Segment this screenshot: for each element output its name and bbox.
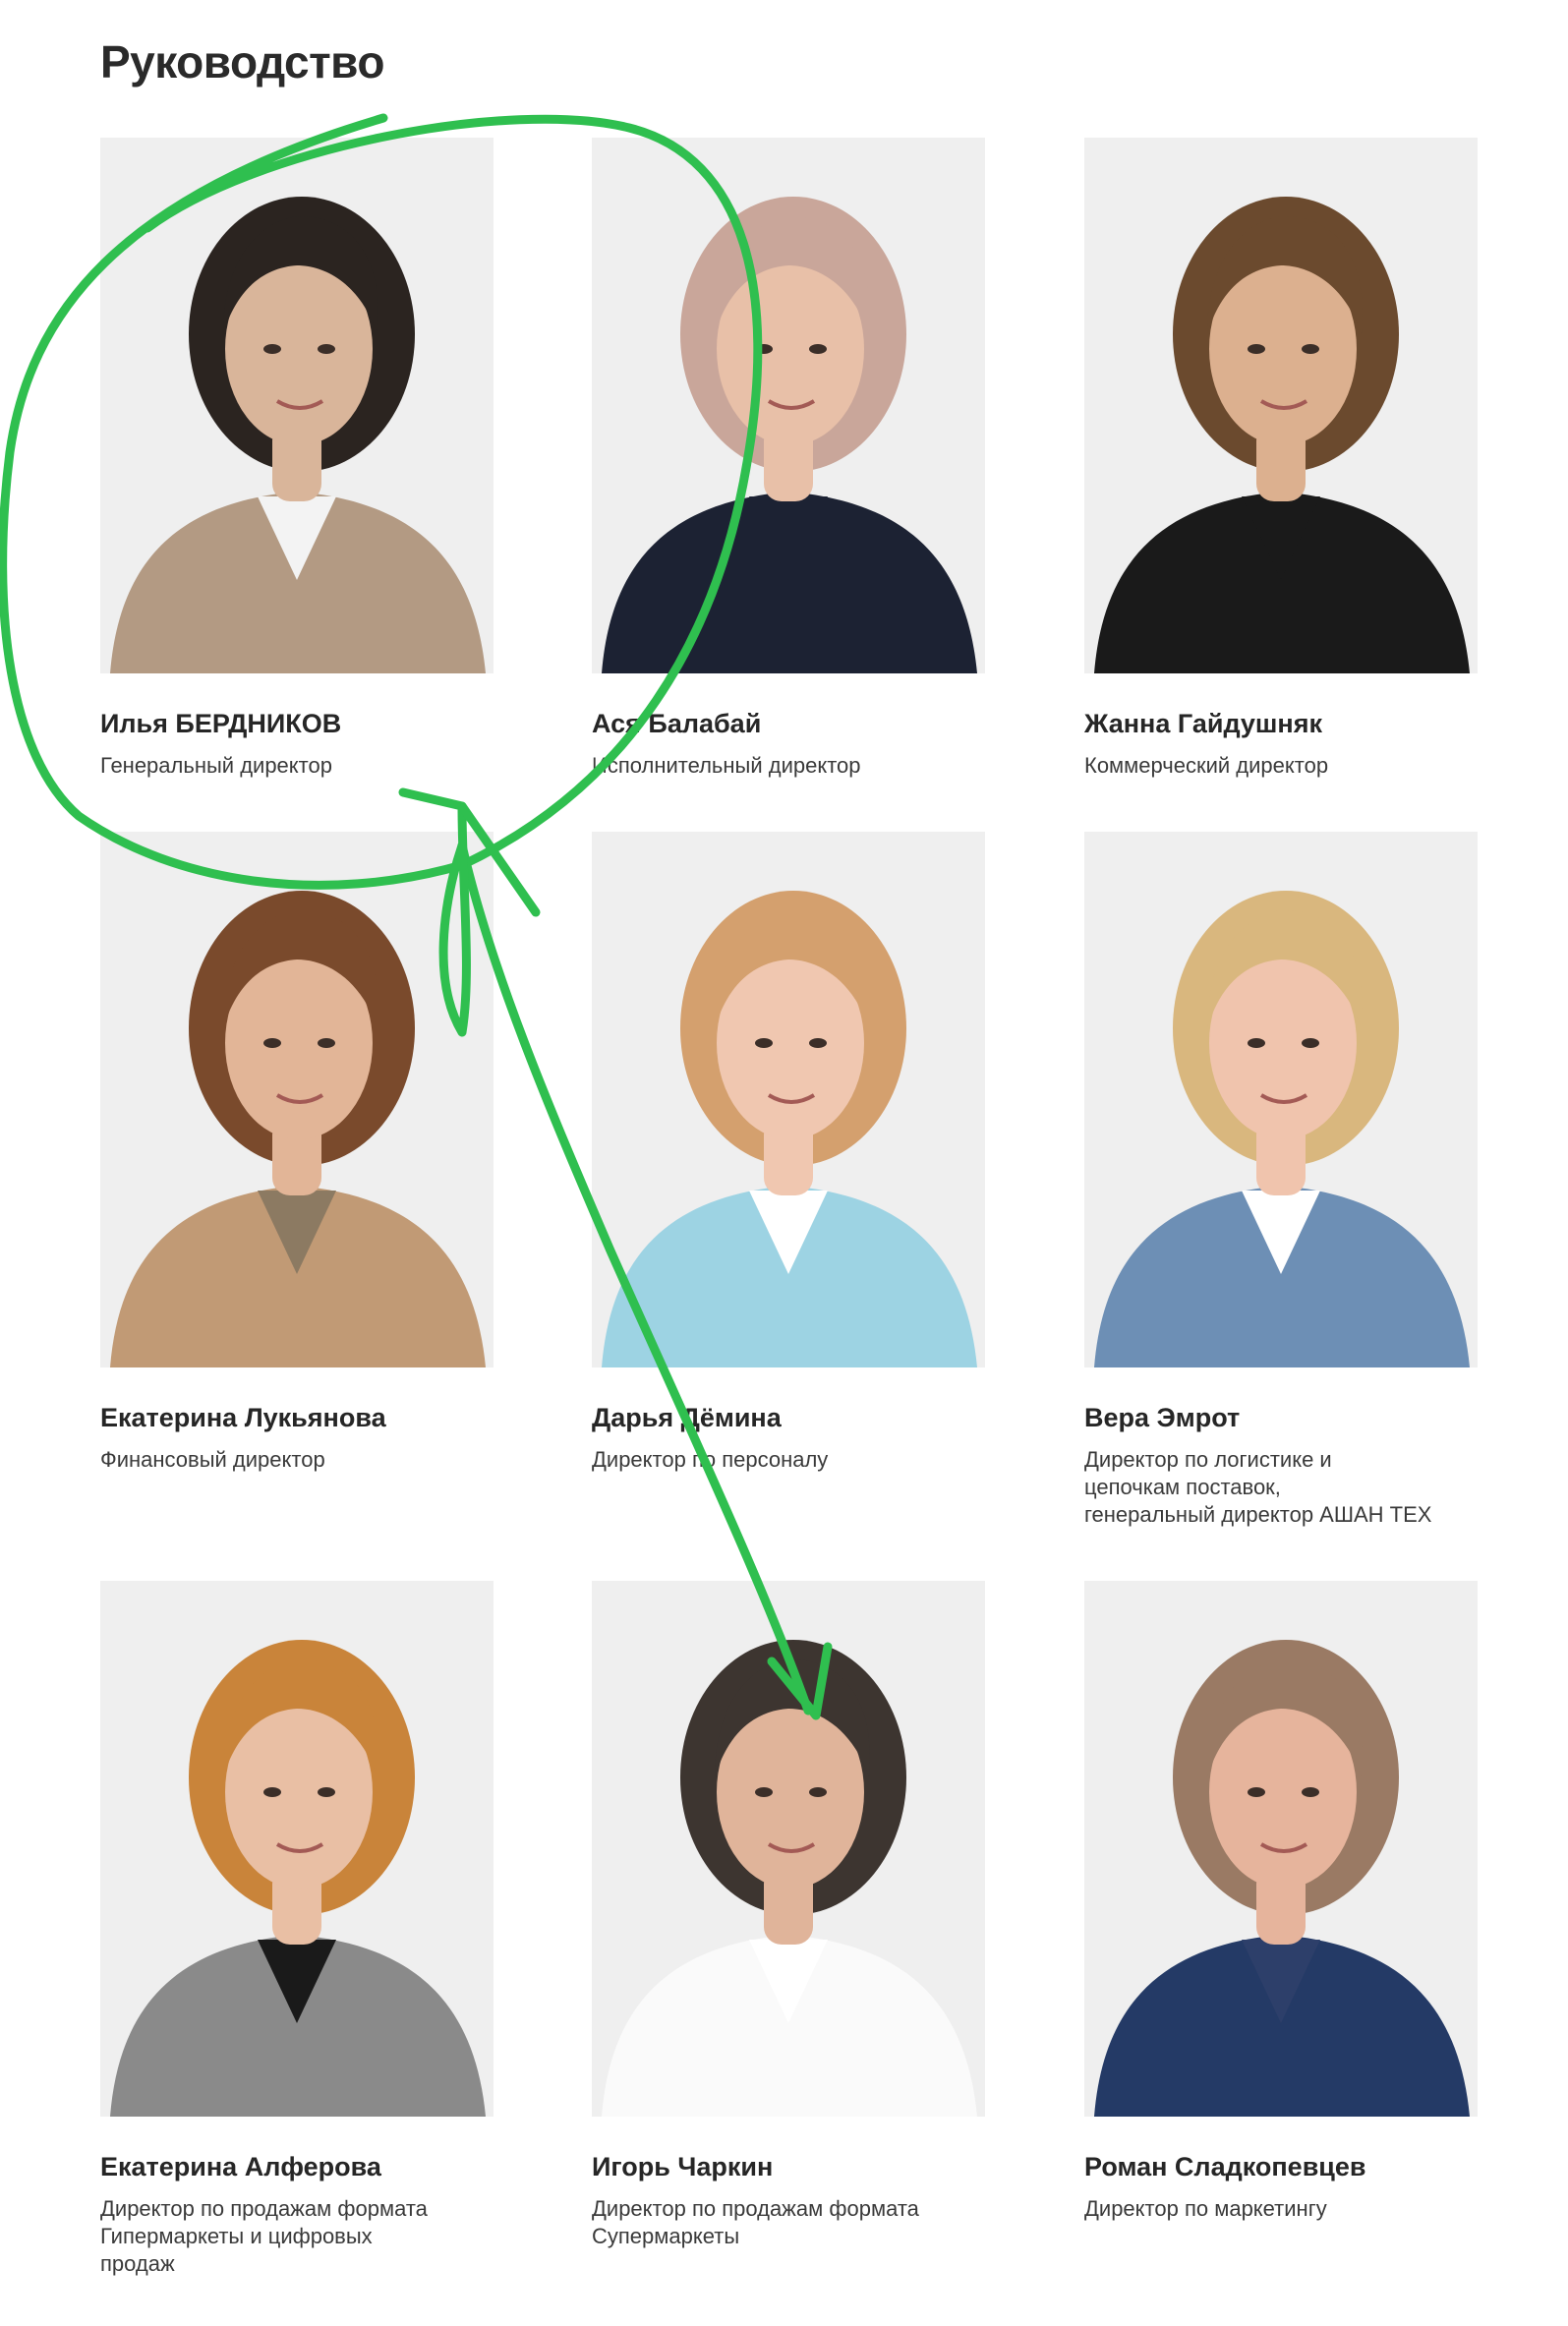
right-eye bbox=[318, 344, 335, 354]
person-card[interactable]: Игорь Чаркин Директор по продажам формат… bbox=[592, 1581, 985, 2250]
right-eye bbox=[1302, 344, 1319, 354]
person-role: Генеральный директор bbox=[100, 753, 332, 778]
person-card[interactable]: Ася Балабай Исполнительный директор bbox=[592, 138, 985, 780]
person-name[interactable]: Ася Балабай bbox=[592, 707, 985, 740]
right-eye bbox=[809, 1038, 827, 1048]
portrait-woman-blonde-denim-jacket[interactable] bbox=[1084, 832, 1478, 1367]
person-card[interactable]: Роман Сладкопевцев Директор по маркетинг… bbox=[1084, 1581, 1478, 2223]
page-title: Руководство bbox=[100, 36, 384, 87]
portrait-woman-blonde-light-blue-blazer[interactable] bbox=[592, 832, 985, 1367]
portrait-man-beige-suit[interactable] bbox=[100, 138, 494, 673]
person-role: Директор по продажам формата Гипермаркет… bbox=[100, 2196, 428, 2276]
person-role: Финансовый директор bbox=[100, 1447, 325, 1472]
left-eye bbox=[263, 1038, 281, 1048]
right-eye bbox=[1302, 1038, 1319, 1048]
person-card[interactable]: Дарья Дёмина Директор по персоналу bbox=[592, 832, 985, 1474]
left-eye bbox=[1248, 344, 1265, 354]
right-eye bbox=[809, 1787, 827, 1797]
portrait-woman-auburn-tan-blazer[interactable] bbox=[100, 832, 494, 1367]
person-name[interactable]: Жанна Гайдушняк bbox=[1084, 707, 1478, 740]
portrait-man-glasses-blue-jacket[interactable] bbox=[1084, 1581, 1478, 2117]
person-name[interactable]: Вера Эмрот bbox=[1084, 1401, 1478, 1434]
left-eye bbox=[1248, 1787, 1265, 1797]
person-role: Коммерческий директор bbox=[1084, 753, 1329, 778]
portrait-woman-curly-ginger-grey-blazer[interactable] bbox=[100, 1581, 494, 2117]
portrait-woman-blonde-dark-top[interactable] bbox=[592, 138, 985, 673]
person-name[interactable]: Роман Сладкопевцев bbox=[1084, 2150, 1478, 2183]
person-card[interactable]: Илья БЕРДНИКОВ Генеральный директор bbox=[100, 138, 494, 780]
person-name[interactable]: Екатерина Алферова bbox=[100, 2150, 494, 2183]
person-card[interactable]: Екатерина Алферова Директор по продажам … bbox=[100, 1581, 494, 2278]
portrait-woman-brown-hair-black-top[interactable] bbox=[1084, 138, 1478, 673]
left-eye bbox=[263, 1787, 281, 1797]
person-card[interactable]: Екатерина Лукьянова Финансовый директор bbox=[100, 832, 494, 1474]
person-role: Директор по продажам формата Супермаркет… bbox=[592, 2196, 919, 2248]
left-eye bbox=[755, 1787, 773, 1797]
portrait-man-white-shirt[interactable] bbox=[592, 1581, 985, 2117]
right-eye bbox=[1302, 1787, 1319, 1797]
person-card[interactable]: Жанна Гайдушняк Коммерческий директор bbox=[1084, 138, 1478, 780]
right-eye bbox=[809, 344, 827, 354]
left-eye bbox=[1248, 1038, 1265, 1048]
person-role: Директор по маркетингу bbox=[1084, 2196, 1327, 2221]
person-name[interactable]: Дарья Дёмина bbox=[592, 1401, 985, 1434]
left-eye bbox=[263, 344, 281, 354]
person-card[interactable]: Вера Эмрот Директор по логистике и цепоч… bbox=[1084, 832, 1478, 1529]
right-eye bbox=[318, 1787, 335, 1797]
person-name[interactable]: Игорь Чаркин bbox=[592, 2150, 985, 2183]
left-eye bbox=[755, 1038, 773, 1048]
person-role: Директор по персоналу bbox=[592, 1447, 829, 1472]
person-name[interactable]: Екатерина Лукьянова bbox=[100, 1401, 494, 1434]
person-role: Исполнительный директор bbox=[592, 753, 861, 778]
person-role: Директор по логистике и цепочкам поставо… bbox=[1084, 1447, 1432, 1527]
left-eye bbox=[755, 344, 773, 354]
person-name[interactable]: Илья БЕРДНИКОВ bbox=[100, 707, 494, 740]
right-eye bbox=[318, 1038, 335, 1048]
